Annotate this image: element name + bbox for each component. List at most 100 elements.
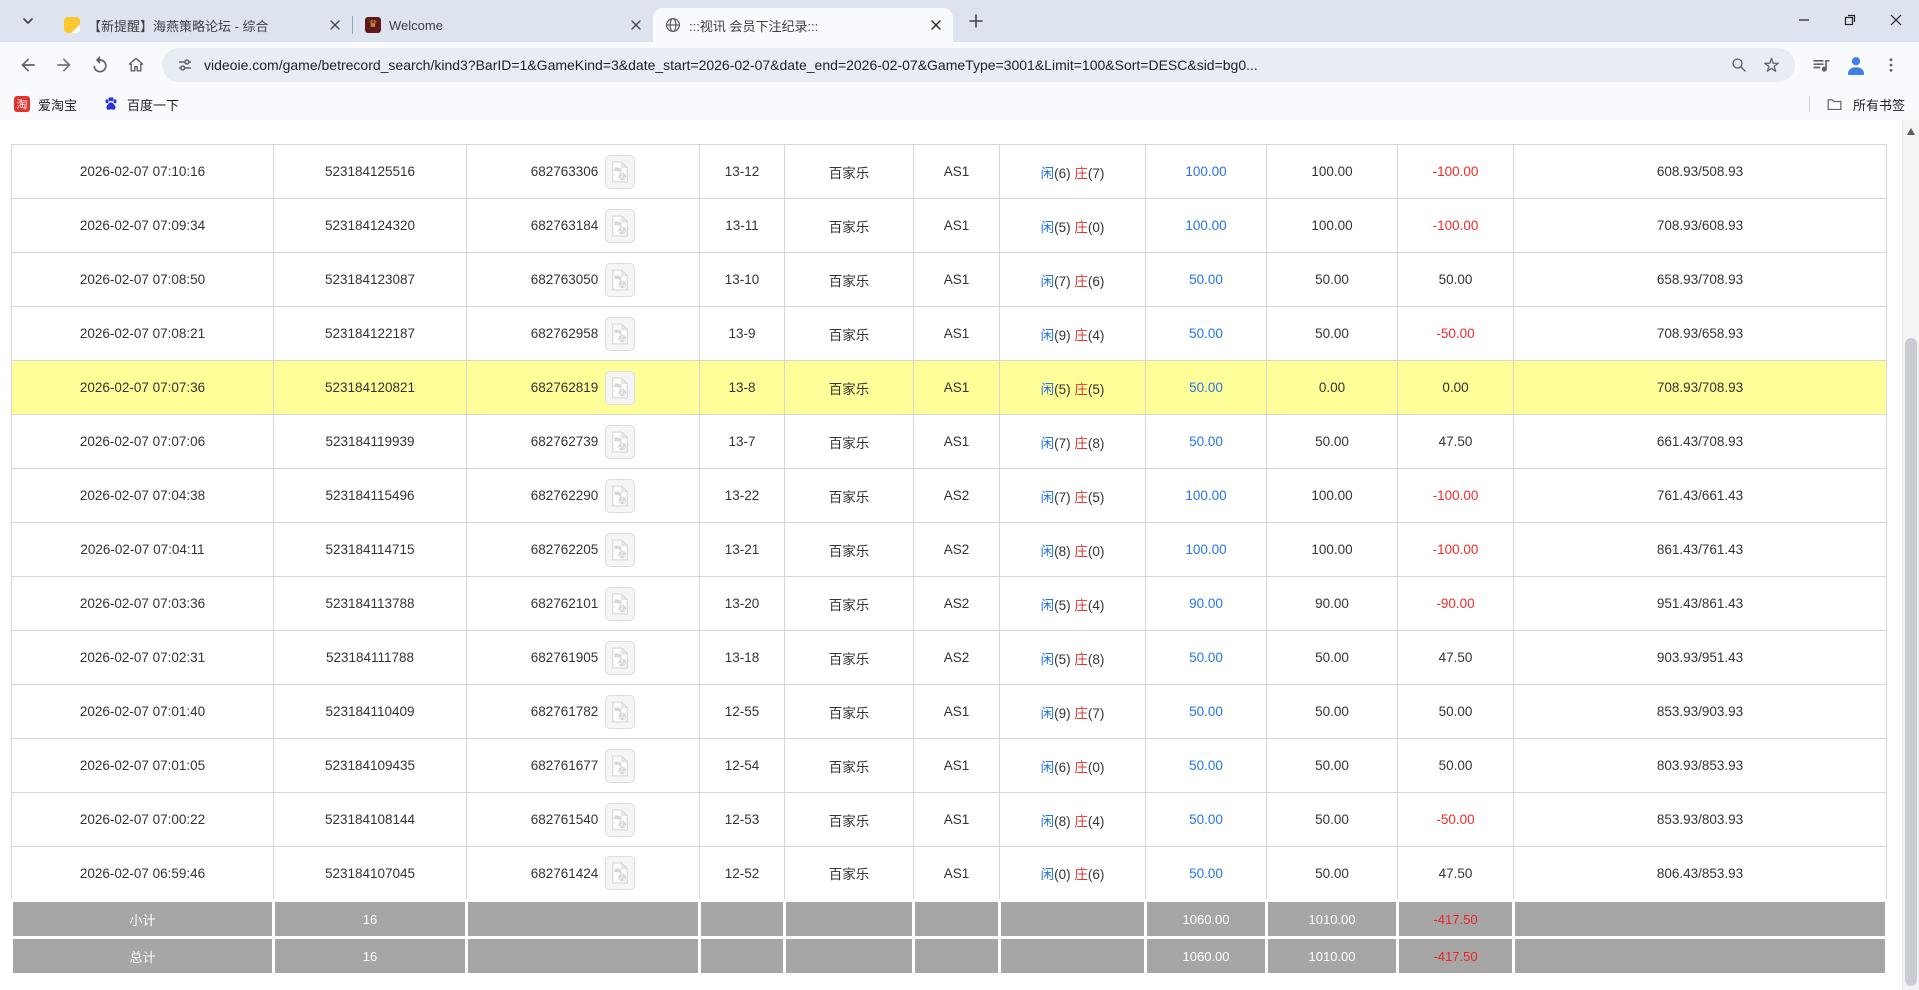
game-type-cell: 百家乐 (785, 199, 914, 253)
table-row[interactable]: 2026-02-07 07:02:31523184111788682761905… (12, 631, 1887, 685)
restore-button[interactable] (1827, 0, 1873, 40)
reload-icon[interactable] (82, 47, 118, 83)
page-scrollbar[interactable] (1902, 120, 1919, 990)
game-no-cell: 682762958 (467, 307, 700, 361)
player-label: 闲 (1041, 436, 1055, 451)
table-row[interactable]: 2026-02-07 06:59:46523184107045682761424… (12, 847, 1887, 901)
tab-welcome[interactable]: ♛ Welcome (353, 8, 653, 42)
scrollbar-up-arrow-icon[interactable] (1907, 128, 1915, 135)
win-loss-cell: 50.00 (1398, 253, 1514, 307)
banker-points: (7) (1088, 166, 1105, 181)
video-replay-button[interactable] (605, 479, 635, 513)
order-no-cell: 523184123087 (274, 253, 467, 307)
player-points: (7) (1054, 274, 1074, 289)
globe-icon (665, 17, 681, 33)
balance-cell: 708.93/608.93 (1514, 199, 1887, 253)
site-settings-tune-icon[interactable] (176, 56, 194, 74)
player-points: (6) (1054, 166, 1074, 181)
bet-amount-cell: 50.00 (1146, 847, 1267, 901)
menu-kebab-icon[interactable] (1873, 47, 1909, 83)
summary-empty-cell (700, 901, 785, 938)
scrollbar-thumb[interactable] (1905, 338, 1917, 986)
banker-points: (5) (1088, 490, 1105, 505)
valid-amount-cell: 50.00 (1267, 631, 1398, 685)
table-row[interactable]: 2026-02-07 07:07:06523184119939682762739… (12, 415, 1887, 469)
player-points: (9) (1054, 706, 1074, 721)
table-row[interactable]: 2026-02-07 07:01:40523184110409682761782… (12, 685, 1887, 739)
address-bar[interactable]: videoie.com/game/betrecord_search/kind3?… (162, 48, 1795, 82)
video-replay-button[interactable] (605, 263, 635, 297)
bet-time-cell: 2026-02-07 07:04:11 (12, 523, 274, 577)
all-bookmarks[interactable]: 所有书签 (1809, 95, 1905, 114)
table-row[interactable]: 2026-02-07 07:04:38523184115496682762290… (12, 469, 1887, 523)
table-row[interactable]: 2026-02-07 07:03:36523184113788682762101… (12, 577, 1887, 631)
balance-cell: 608.93/508.93 (1514, 145, 1887, 199)
video-replay-button[interactable] (605, 155, 635, 189)
forward-icon[interactable] (46, 47, 82, 83)
player-label: 闲 (1041, 490, 1055, 505)
video-replay-button[interactable] (605, 641, 635, 675)
video-replay-button[interactable] (605, 856, 635, 890)
url-text[interactable]: videoie.com/game/betrecord_search/kind3?… (204, 57, 1258, 73)
tab-close-icon[interactable] (627, 16, 645, 34)
game-no-cell: 682761424 (467, 847, 700, 901)
home-icon[interactable] (118, 47, 154, 83)
table-row[interactable]: 2026-02-07 07:04:11523184114715682762205… (12, 523, 1887, 577)
win-loss-cell: -50.00 (1398, 793, 1514, 847)
tab-list-chevron-icon[interactable] (14, 7, 42, 35)
tab-close-icon[interactable] (927, 16, 945, 34)
profile-avatar[interactable] (1839, 48, 1873, 82)
summary-empty-cell (785, 938, 914, 975)
minimize-button[interactable] (1781, 0, 1827, 40)
balance-cell: 806.43/853.93 (1514, 847, 1887, 901)
bookmark-taobao[interactable]: 淘 爱淘宝 (14, 95, 77, 114)
player-label: 闲 (1041, 382, 1055, 397)
close-window-button[interactable] (1873, 0, 1919, 40)
table-name-cell: AS1 (914, 847, 1000, 901)
bet-time-cell: 2026-02-07 07:08:21 (12, 307, 274, 361)
table-row[interactable]: 2026-02-07 07:00:22523184108144682761540… (12, 793, 1887, 847)
summary-row: 小计161060.001010.00-417.50 (12, 901, 1887, 938)
table-row[interactable]: 2026-02-07 07:10:16523184125516682763306… (12, 145, 1887, 199)
bookmark-baidu[interactable]: 百度一下 (103, 95, 179, 114)
video-replay-button[interactable] (605, 317, 635, 351)
tab-title: 【新提醒】海燕策略论坛 - 综合 (88, 16, 318, 35)
valid-amount-cell: 50.00 (1267, 415, 1398, 469)
media-controls-icon[interactable] (1803, 47, 1839, 83)
game-no-value: 682762819 (531, 380, 599, 395)
new-tab-button[interactable] (962, 7, 990, 35)
game-no-value: 682761424 (531, 866, 599, 881)
tab-close-icon[interactable] (326, 16, 344, 34)
back-icon[interactable] (10, 47, 46, 83)
summary-empty-cell (700, 938, 785, 975)
video-replay-button[interactable] (605, 749, 635, 783)
bookmark-star-icon[interactable] (1762, 56, 1781, 75)
video-replay-button[interactable] (605, 533, 635, 567)
table-row[interactable]: 2026-02-07 07:09:34523184124320682763184… (12, 199, 1887, 253)
banker-label: 庄 (1074, 598, 1088, 613)
table-row[interactable]: 2026-02-07 07:01:05523184109435682761677… (12, 739, 1887, 793)
video-replay-button[interactable] (605, 587, 635, 621)
video-replay-button[interactable] (605, 803, 635, 837)
tab-forum[interactable]: 【新提醒】海燕策略论坛 - 综合 (52, 8, 352, 42)
bookmarks-divider (1809, 96, 1810, 112)
video-replay-button[interactable] (605, 371, 635, 405)
win-loss-cell: 47.50 (1398, 847, 1514, 901)
video-replay-button[interactable] (605, 695, 635, 729)
game-type-cell: 百家乐 (785, 307, 914, 361)
game-type-cell: 百家乐 (785, 415, 914, 469)
video-replay-button[interactable] (605, 425, 635, 459)
tab-bet-record[interactable]: :::视讯 会员下注纪录::: (653, 8, 953, 42)
table-row[interactable]: 2026-02-07 07:08:21523184122187682762958… (12, 307, 1887, 361)
tab-title: :::视讯 会员下注纪录::: (689, 16, 919, 35)
table-row[interactable]: 2026-02-07 07:07:36523184120821682762819… (12, 361, 1887, 415)
balance-cell: 708.93/708.93 (1514, 361, 1887, 415)
zoom-magnifier-icon[interactable] (1730, 56, 1748, 74)
banker-points: (6) (1088, 867, 1105, 882)
round-cell: 13-10 (700, 253, 785, 307)
banker-points: (4) (1088, 328, 1105, 343)
game-type-cell: 百家乐 (785, 253, 914, 307)
table-row[interactable]: 2026-02-07 07:08:50523184123087682763050… (12, 253, 1887, 307)
round-cell: 13-12 (700, 145, 785, 199)
video-replay-button[interactable] (605, 209, 635, 243)
